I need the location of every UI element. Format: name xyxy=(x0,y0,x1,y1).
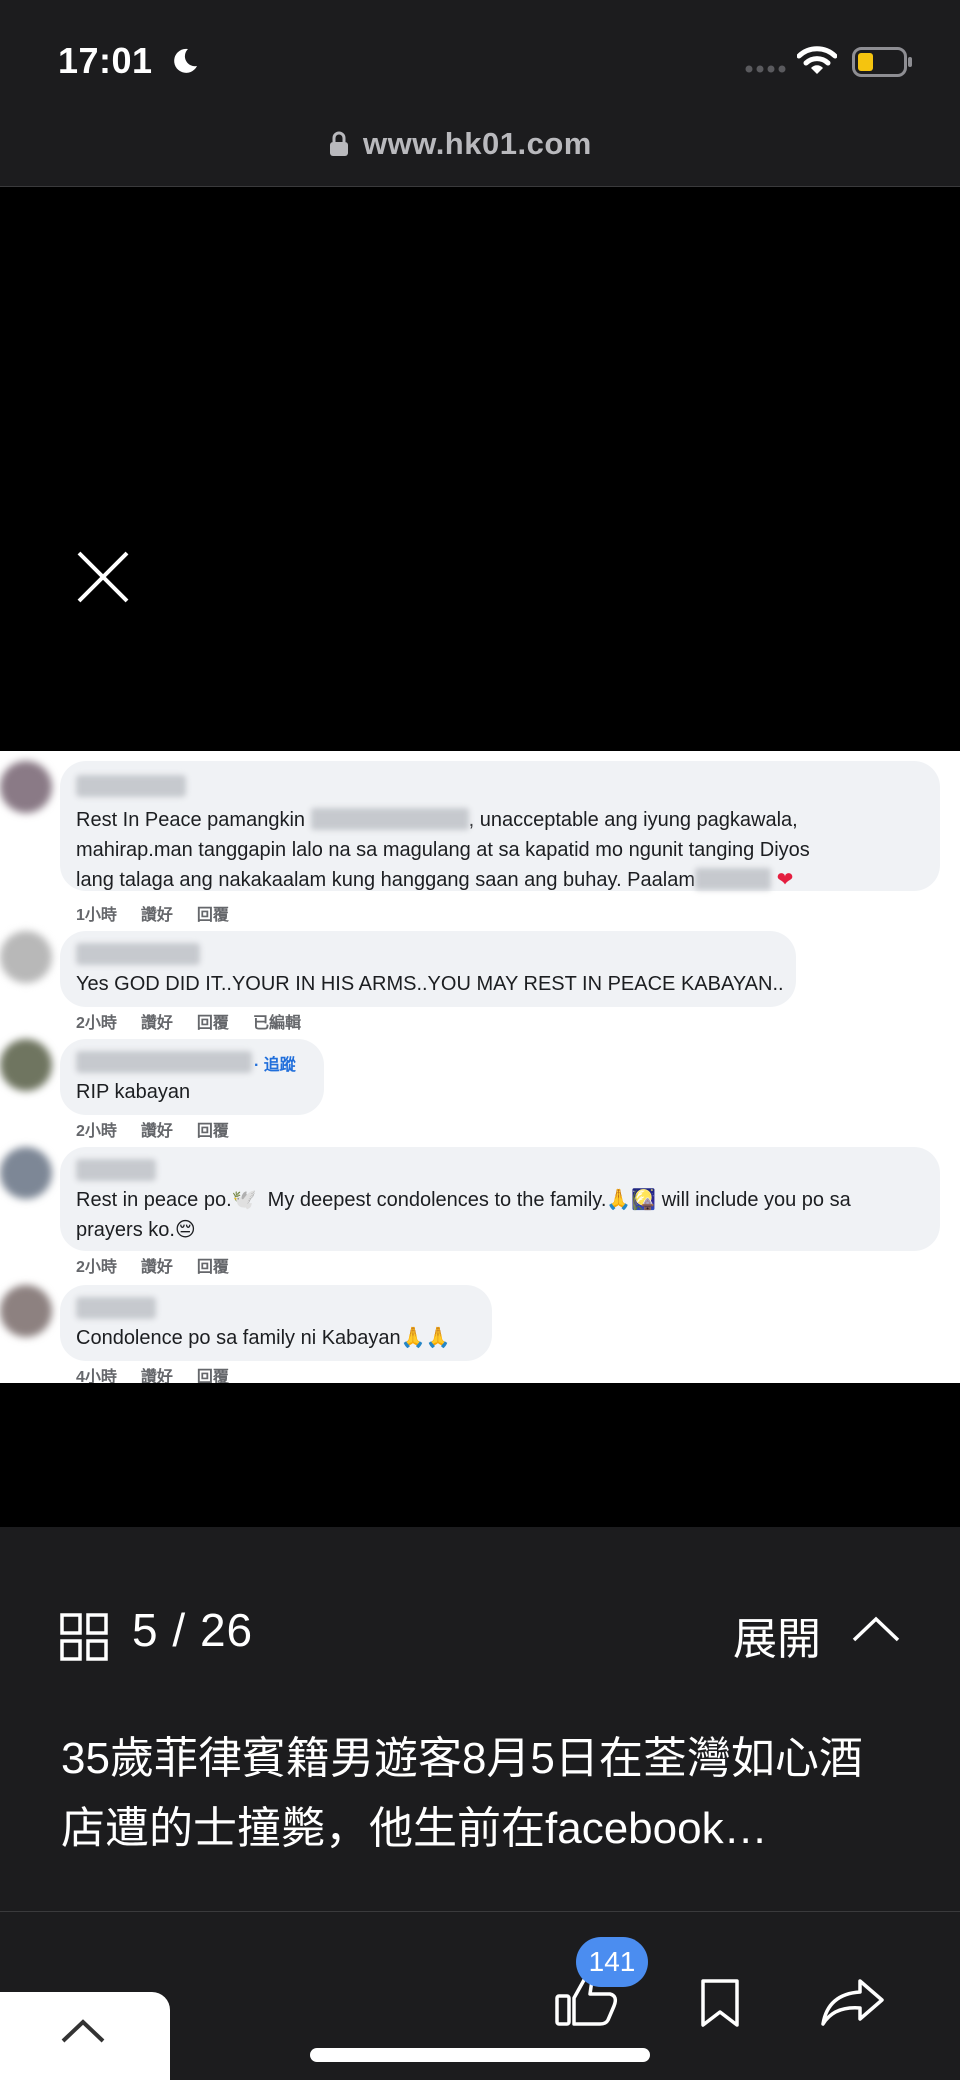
address-bar[interactable]: www.hk01.com xyxy=(0,120,960,187)
avatar xyxy=(0,1039,52,1091)
comment-text: Rest In Peace pamangkin , unacceptable a… xyxy=(76,808,798,831)
lock-icon xyxy=(330,131,348,156)
like-link[interactable]: 讚好 xyxy=(141,1015,173,1032)
comment-bubble: Rest in peace po.🕊️ My deepest condolenc… xyxy=(60,1147,940,1251)
comment-meta: 4小時 讚好 回覆 xyxy=(76,1363,253,1383)
comment-bubble: · 追蹤 RIP kabayan xyxy=(60,1039,324,1115)
bookmark-icon[interactable] xyxy=(700,1978,740,2028)
commenter-name xyxy=(76,943,200,965)
like-link[interactable]: 讚好 xyxy=(141,1123,173,1140)
commenter-name xyxy=(76,775,186,797)
signal-icon xyxy=(745,65,786,73)
url-text[interactable]: www.hk01.com xyxy=(363,126,592,162)
battery-icon xyxy=(852,47,912,77)
status-bar: 17:01 xyxy=(0,0,960,120)
bottom-toolbar: 141 xyxy=(0,1911,960,2080)
reply-link[interactable]: 回覆 xyxy=(197,1015,229,1032)
comment-time: 2小時 xyxy=(76,1015,117,1032)
commenter-name xyxy=(76,1051,252,1073)
avatar xyxy=(0,1285,52,1337)
comment-time: 1小時 xyxy=(76,907,117,924)
like-count-badge: 141 xyxy=(576,1937,648,1987)
image-caption: 35歲菲律賓籍男遊客8月5日在荃灣如心酒店遭的士撞斃，他生前在facebook… xyxy=(61,1734,863,1853)
comment-time: 2小時 xyxy=(76,1259,117,1276)
moon-icon xyxy=(174,48,197,73)
comment-text: Rest in peace po.🕊️ My deepest condolenc… xyxy=(76,1189,851,1211)
avatar xyxy=(0,931,52,983)
grid-icon[interactable] xyxy=(60,1613,108,1661)
edited-label: 已編輯 xyxy=(252,1015,301,1032)
avatar xyxy=(0,761,52,813)
comment-meta: 2小時 讚好 回覆 xyxy=(76,1253,253,1277)
reply-link[interactable]: 回覆 xyxy=(197,907,229,924)
comment-text: RIP kabayan xyxy=(76,1081,191,1103)
like-link[interactable]: 讚好 xyxy=(141,1259,173,1276)
expand-button[interactable]: 展開 xyxy=(733,1603,821,1667)
status-time: 17:01 xyxy=(58,40,153,81)
avatar xyxy=(0,1147,52,1199)
collapse-tab[interactable] xyxy=(0,1992,170,2080)
comment-text: lang talaga ang nakakaalam kung hanggang… xyxy=(76,868,794,891)
home-indicator[interactable] xyxy=(310,2048,650,2062)
comment-text: Yes GOD DID IT..YOUR IN HIS ARMS..YOU MA… xyxy=(76,973,784,995)
reply-link[interactable]: 回覆 xyxy=(197,1369,229,1383)
caption-panel: 5 / 26 展開 35歲菲律賓籍男遊客8月5日在荃灣如心酒店遭的士撞斃，他生前… xyxy=(0,1527,960,1911)
follow-link[interactable]: · 追蹤 xyxy=(254,1051,296,1075)
like-link[interactable]: 讚好 xyxy=(141,1369,173,1383)
like-link[interactable]: 讚好 xyxy=(141,907,173,924)
comment-time: 4小時 xyxy=(76,1369,117,1383)
comment-bubble: Rest In Peace pamangkin , unacceptable a… xyxy=(60,761,940,891)
comment-bubble: Condolence po sa family ni Kabayan🙏🙏 xyxy=(60,1285,492,1361)
reply-link[interactable]: 回覆 xyxy=(197,1259,229,1276)
comment-meta: 2小時 讚好 回覆 xyxy=(76,1117,253,1141)
comment-meta: 2小時 讚好 回覆 已編輯 xyxy=(76,1009,325,1033)
comment-text: Condolence po sa family ni Kabayan🙏🙏 xyxy=(76,1327,451,1349)
share-icon[interactable] xyxy=(820,1978,886,2028)
comment-bubble: Yes GOD DID IT..YOUR IN HIS ARMS..YOU MA… xyxy=(60,931,796,1007)
comment-text: prayers ko.😔 xyxy=(76,1219,196,1241)
reply-link[interactable]: 回覆 xyxy=(197,1123,229,1140)
gallery-image[interactable]: Rest In Peace pamangkin , unacceptable a… xyxy=(0,751,960,1383)
commenter-name xyxy=(76,1297,156,1319)
comment-time: 2小時 xyxy=(76,1123,117,1140)
comment-text: mahirap.man tanggapin lalo na sa magulan… xyxy=(76,839,810,861)
commenter-name xyxy=(76,1159,156,1181)
chevron-up-icon[interactable] xyxy=(851,1615,901,1643)
chevron-up-icon xyxy=(61,2019,105,2043)
image-counter: 5 / 26 xyxy=(132,1604,254,1656)
comment-meta: 1小時 讚好 回覆 xyxy=(76,901,253,925)
wifi-icon xyxy=(797,46,837,74)
close-icon[interactable] xyxy=(76,550,130,604)
